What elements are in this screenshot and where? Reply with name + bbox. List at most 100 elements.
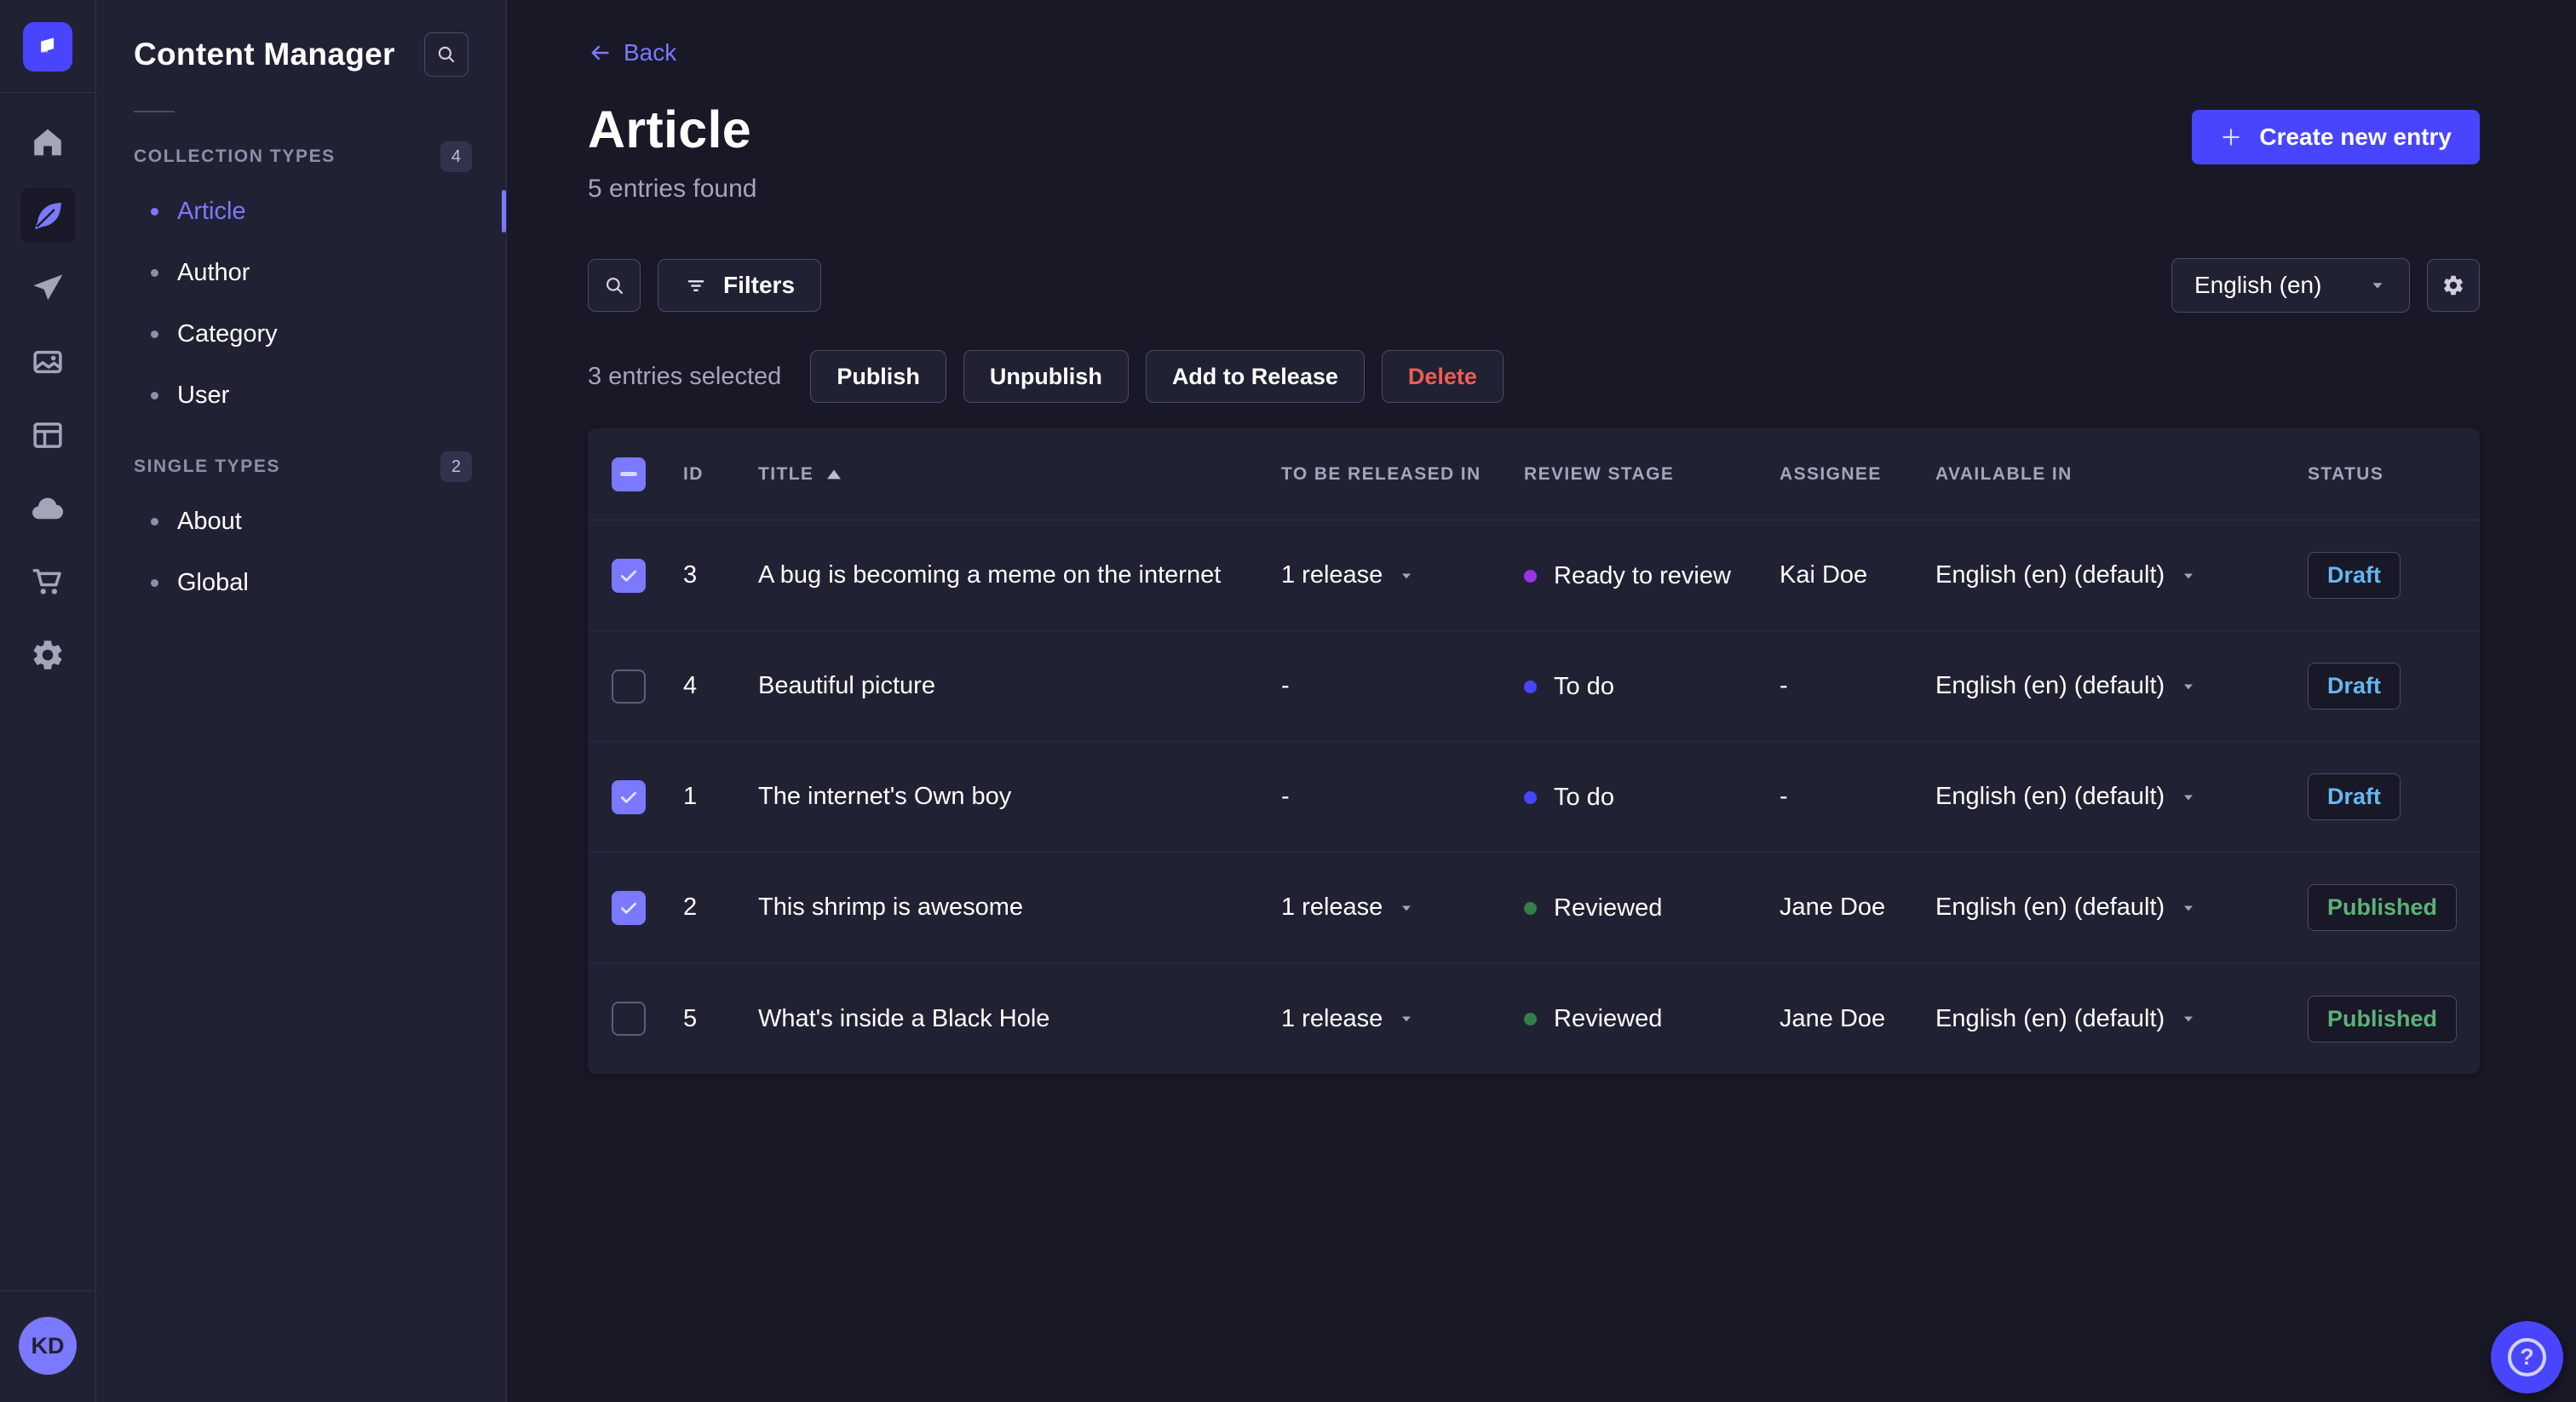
- table-row[interactable]: 5 What's inside a Black Hole 1 release R…: [588, 963, 2480, 1074]
- table-row[interactable]: 4 Beautiful picture - To do - English (e…: [588, 631, 2480, 742]
- status-badge: Draft: [2308, 773, 2401, 820]
- sidebar-item-global[interactable]: Global: [96, 552, 506, 613]
- stage-dot: [1524, 901, 1537, 915]
- release-label: 1 release: [1281, 561, 1383, 589]
- marketplace-cart-icon[interactable]: [20, 554, 75, 609]
- home-icon[interactable]: [20, 115, 75, 170]
- cell-id: 4: [683, 672, 698, 699]
- stage-label: To do: [1554, 672, 1614, 700]
- cell-locale[interactable]: English (en) (default): [1935, 1005, 2197, 1033]
- column-header-available-in[interactable]: AVAILABLE IN: [1925, 464, 2297, 485]
- subnav-search-button[interactable]: [424, 32, 469, 77]
- check-icon: [621, 570, 636, 582]
- sidebar-item-label: Category: [177, 319, 278, 348]
- table-row[interactable]: 3 A bug is becoming a meme on the intern…: [588, 520, 2480, 631]
- release-caret-icon: [1402, 573, 1412, 578]
- search-entries-button[interactable]: [588, 259, 641, 312]
- media-library-icon[interactable]: [20, 335, 75, 389]
- help-button[interactable]: ?: [2491, 1321, 2563, 1393]
- bullet-icon: [151, 517, 158, 526]
- release-label: -: [1281, 783, 1290, 810]
- column-header-review-stage[interactable]: REVIEW STAGE: [1514, 464, 1769, 485]
- cell-assignee: -: [1780, 783, 1788, 810]
- sidebar-item-author[interactable]: Author: [96, 242, 506, 303]
- selection-count-text: 3 entries selected: [588, 362, 782, 390]
- publish-button[interactable]: Publish: [810, 350, 946, 403]
- sidebar-item-about[interactable]: About: [96, 491, 506, 552]
- sidebar-item-label: Global: [177, 568, 249, 596]
- locale-label: English (en) (default): [1935, 561, 2165, 589]
- user-avatar[interactable]: KD: [19, 1317, 77, 1375]
- locale-caret-icon: [2184, 573, 2194, 578]
- column-header-to-be-released-in[interactable]: TO BE RELEASED IN: [1271, 464, 1514, 485]
- locale-select[interactable]: English (en): [2171, 258, 2410, 313]
- rail-nav: [0, 93, 95, 1290]
- check-icon: [621, 902, 636, 914]
- sidebar-item-article[interactable]: Article: [96, 181, 506, 242]
- subnav-title: Content Manager: [134, 37, 395, 72]
- column-header-assignee[interactable]: ASSIGNEE: [1769, 464, 1925, 485]
- locale-label: English (en) (default): [1935, 783, 2165, 810]
- plus-icon: [2222, 129, 2240, 146]
- create-new-entry-button[interactable]: Create new entry: [2192, 110, 2480, 164]
- cell-release[interactable]: -: [1281, 672, 1290, 700]
- sidebar-item-label: Article: [177, 197, 246, 225]
- main-content: Back Article 5 entries found Create new …: [507, 0, 2576, 1402]
- delete-button[interactable]: Delete: [1381, 350, 1504, 403]
- cell-locale[interactable]: English (en) (default): [1935, 783, 2197, 811]
- strapi-logo-icon[interactable]: [23, 22, 72, 72]
- releases-icon[interactable]: [20, 261, 75, 316]
- icon-rail: KD: [0, 0, 96, 1402]
- cell-review-stage: Ready to review: [1524, 562, 1731, 590]
- content-manager-subnav: Content Manager COLLECTION TYPES 4 Artic…: [96, 0, 507, 1402]
- row-checkbox[interactable]: [612, 558, 646, 593]
- stage-dot: [1524, 1013, 1537, 1026]
- cell-release[interactable]: -: [1281, 783, 1290, 811]
- list-settings-button[interactable]: [2427, 259, 2480, 312]
- cell-release[interactable]: 1 release: [1281, 893, 1415, 922]
- unpublish-button[interactable]: Unpublish: [963, 350, 1129, 403]
- cell-assignee: -: [1780, 672, 1788, 699]
- sidebar-item-user[interactable]: User: [96, 365, 506, 426]
- release-caret-icon: [1402, 1016, 1412, 1022]
- row-checkbox[interactable]: [612, 669, 646, 704]
- row-checkbox[interactable]: [612, 779, 646, 814]
- column-header-status[interactable]: STATUS: [2297, 464, 2480, 485]
- stage-dot: [1524, 790, 1537, 804]
- settings-gear-icon[interactable]: [20, 628, 75, 682]
- arrow-left-icon: [591, 45, 609, 60]
- row-checkbox[interactable]: [612, 890, 646, 925]
- cell-locale[interactable]: English (en) (default): [1935, 672, 2197, 700]
- strapi-logo-wrap: [23, 0, 72, 92]
- cell-locale[interactable]: English (en) (default): [1935, 561, 2197, 589]
- add-to-release-button[interactable]: Add to Release: [1145, 350, 1365, 403]
- gear-icon: [2444, 275, 2463, 296]
- stage-label: Ready to review: [1554, 561, 1731, 589]
- release-label: -: [1281, 672, 1290, 699]
- content-manager-icon[interactable]: [20, 188, 75, 243]
- sidebar-item-category[interactable]: Category: [96, 303, 506, 365]
- table-header-row: ID TITLE TO BE RELEASED IN REVIEW STAGE …: [588, 428, 2480, 520]
- filters-button[interactable]: Filters: [658, 259, 822, 312]
- cell-release[interactable]: 1 release: [1281, 561, 1415, 589]
- locale-caret-icon: [2184, 905, 2194, 911]
- table-row[interactable]: 1 The internet's Own boy - To do - Engli…: [588, 742, 2480, 853]
- sidebar-item-label: About: [177, 507, 242, 535]
- cell-release[interactable]: 1 release: [1281, 1005, 1415, 1033]
- back-link[interactable]: Back: [588, 39, 676, 66]
- filter-icon: [687, 280, 704, 291]
- table-row[interactable]: 2 This shrimp is awesome 1 release Revie…: [588, 853, 2480, 963]
- check-icon: [621, 791, 636, 803]
- collection-types-count-badge: 4: [440, 141, 472, 172]
- status-badge: Published: [2308, 884, 2458, 931]
- column-header-id[interactable]: ID: [673, 464, 748, 485]
- row-checkbox[interactable]: [612, 1002, 646, 1036]
- deploy-cloud-icon[interactable]: [20, 481, 75, 536]
- entries-count: 5 entries found: [588, 175, 757, 203]
- content-type-builder-icon[interactable]: [20, 408, 75, 463]
- cell-locale[interactable]: English (en) (default): [1935, 893, 2197, 922]
- select-all-checkbox[interactable]: [612, 457, 646, 491]
- cell-review-stage: Reviewed: [1524, 894, 1662, 922]
- cell-review-stage: Reviewed: [1524, 1005, 1662, 1033]
- column-header-title[interactable]: TITLE: [748, 464, 1271, 485]
